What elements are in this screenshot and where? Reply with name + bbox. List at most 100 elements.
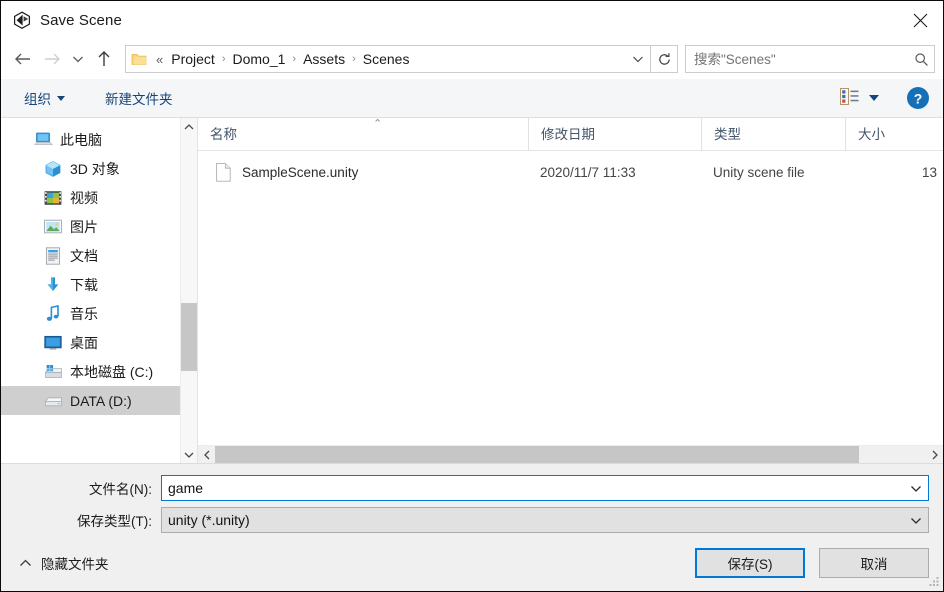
hide-folders-label: 隐藏文件夹 <box>41 557 109 572</box>
breadcrumb-separator[interactable]: › <box>218 53 230 65</box>
search-box[interactable] <box>685 45 935 73</box>
filename-label: 文件名(N): <box>89 482 152 497</box>
navigation-sidebar: 此电脑 3D 对象 视频 图片 文档 下载 音乐 桌面 本地磁盘 (C:) DA… <box>1 118 198 463</box>
column-headers: ⌃ 名称 修改日期 类型 大小 <box>198 118 943 151</box>
view-options-button[interactable] <box>836 86 883 110</box>
filename-combobox[interactable] <box>161 475 929 501</box>
column-header-name[interactable]: 名称 <box>198 118 528 150</box>
refresh-icon[interactable] <box>651 45 678 73</box>
scroll-up-chevron-up-icon[interactable] <box>181 118 197 135</box>
savetype-value: unity (*.unity) <box>168 512 250 528</box>
sidebar-item-this-pc[interactable]: 此电脑 <box>1 125 180 154</box>
sidebar-item-videos[interactable]: 视频 <box>1 183 180 212</box>
breadcrumb-separator[interactable]: › <box>348 53 360 65</box>
navigation-bar: « Project › Domo_1 › Assets › Scenes <box>1 39 943 79</box>
list-view-icon <box>840 88 859 108</box>
3d-objects-icon <box>43 159 63 179</box>
downloads-icon <box>43 275 63 295</box>
organize-label: 组织 <box>24 92 51 107</box>
sidebar-vertical-scrollbar[interactable] <box>180 118 197 463</box>
filename-chevron-down-icon[interactable] <box>904 484 928 493</box>
search-input[interactable] <box>686 50 908 68</box>
sidebar-item-documents[interactable]: 文档 <box>1 241 180 270</box>
help-icon[interactable]: ? <box>905 85 931 111</box>
file-size-cell: 13 <box>921 164 937 180</box>
save-scene-dialog: Save Scene « Project › Domo_1 › Assets ›… <box>0 0 944 592</box>
column-header-date[interactable]: 修改日期 <box>528 118 701 150</box>
local-disk-icon <box>43 362 63 382</box>
file-rows: SampleScene.unity 2020/11/7 11:33 Unity … <box>198 151 943 445</box>
address-bar[interactable]: « Project › Domo_1 › Assets › Scenes <box>125 45 651 73</box>
column-label: 大小 <box>858 127 885 142</box>
organize-button[interactable]: 组织 <box>19 85 70 111</box>
scroll-left-chevron-left-icon[interactable] <box>198 446 215 463</box>
sidebar-label: DATA (D:) <box>70 392 132 409</box>
address-dropdown-chevron-down-icon[interactable] <box>626 54 650 64</box>
svg-text:?: ? <box>914 91 923 107</box>
dialog-footer: 文件名(N): 保存类型(T): unity (*.unity) <box>1 463 943 591</box>
breadcrumb-item-project[interactable]: Project <box>168 49 218 69</box>
scroll-track[interactable] <box>215 446 926 463</box>
sidebar-item-data-d[interactable]: DATA (D:) <box>1 386 180 415</box>
save-button[interactable]: 保存(S) <box>695 548 805 578</box>
file-type-cell: Unity scene file <box>713 164 805 180</box>
desktop-icon <box>43 333 63 353</box>
table-row[interactable]: SampleScene.unity 2020/11/7 11:33 Unity … <box>198 156 943 188</box>
sidebar-label: 此电脑 <box>60 131 102 148</box>
file-list-pane: ⌃ 名称 修改日期 类型 大小 SampleScene.unity 2020/1… <box>198 118 943 463</box>
recent-locations-chevron-down-icon[interactable] <box>67 44 89 74</box>
breadcrumb-overflow[interactable]: « <box>156 52 163 67</box>
up-arrow-icon[interactable] <box>89 44 119 74</box>
sidebar-item-3d-objects[interactable]: 3D 对象 <box>1 154 180 183</box>
folder-icon <box>126 52 152 66</box>
savetype-chevron-down-icon[interactable] <box>904 516 928 525</box>
file-list-horizontal-scrollbar[interactable] <box>198 445 943 463</box>
scroll-track[interactable] <box>181 135 197 446</box>
back-arrow-icon[interactable] <box>7 44 37 74</box>
breadcrumb-separator[interactable]: › <box>288 53 300 65</box>
filename-row: 文件名(N): <box>1 473 943 503</box>
command-toolbar: 组织 新建文件夹 ? <box>1 79 943 118</box>
column-header-size[interactable]: 大小 <box>845 118 943 150</box>
breadcrumb-item-scenes[interactable]: Scenes <box>360 49 413 69</box>
scroll-down-chevron-down-icon[interactable] <box>181 446 197 463</box>
breadcrumb-item-assets[interactable]: Assets <box>300 49 348 69</box>
drive-icon <box>43 391 63 411</box>
sidebar-item-music[interactable]: 音乐 <box>1 299 180 328</box>
caret-down-icon <box>57 95 65 101</box>
scroll-thumb[interactable] <box>215 446 860 463</box>
this-pc-icon <box>33 130 53 150</box>
sidebar-item-desktop[interactable]: 桌面 <box>1 328 180 357</box>
scroll-thumb[interactable] <box>181 302 197 371</box>
music-icon <box>43 304 63 324</box>
file-date-cell: 2020/11/7 11:33 <box>540 164 636 180</box>
savetype-row: 保存类型(T): unity (*.unity) <box>1 505 943 535</box>
savetype-label: 保存类型(T): <box>77 514 152 529</box>
new-folder-label: 新建文件夹 <box>105 92 173 107</box>
column-label: 名称 <box>210 127 237 142</box>
savetype-combobox[interactable]: unity (*.unity) <box>161 507 929 533</box>
sidebar-label: 3D 对象 <box>70 160 120 177</box>
resize-grip-icon[interactable] <box>928 576 940 588</box>
sidebar-label: 桌面 <box>70 334 98 351</box>
videos-icon <box>43 188 63 208</box>
filename-input[interactable] <box>162 479 904 497</box>
file-name-cell[interactable]: SampleScene.unity <box>198 162 528 182</box>
column-label: 类型 <box>714 127 741 142</box>
search-icon[interactable] <box>908 52 934 67</box>
cancel-button[interactable]: 取消 <box>819 548 929 578</box>
sidebar-item-pictures[interactable]: 图片 <box>1 212 180 241</box>
column-header-type[interactable]: 类型 <box>701 118 845 150</box>
new-folder-button[interactable]: 新建文件夹 <box>100 85 178 111</box>
sidebar-item-local-disk-c[interactable]: 本地磁盘 (C:) <box>1 357 180 386</box>
scroll-right-chevron-right-icon[interactable] <box>926 446 943 463</box>
sidebar-label: 音乐 <box>70 305 98 322</box>
file-icon <box>214 162 232 182</box>
forward-arrow-icon <box>37 44 67 74</box>
pictures-icon <box>43 217 63 237</box>
dialog-body: 此电脑 3D 对象 视频 图片 文档 下载 音乐 桌面 本地磁盘 (C:) DA… <box>1 118 943 463</box>
hide-folders-button[interactable]: 隐藏文件夹 <box>19 553 109 573</box>
close-icon[interactable] <box>897 1 943 39</box>
breadcrumb-item-domo1[interactable]: Domo_1 <box>229 49 288 69</box>
sidebar-item-downloads[interactable]: 下载 <box>1 270 180 299</box>
